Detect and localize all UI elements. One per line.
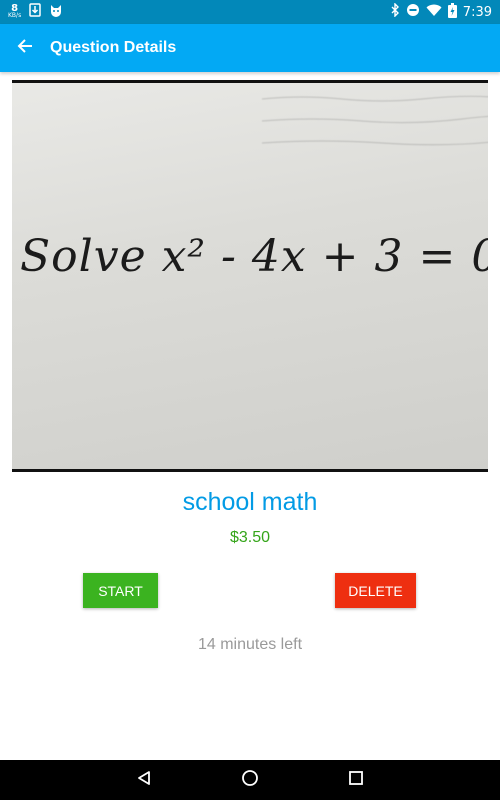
- nav-back-button[interactable]: [132, 768, 156, 792]
- start-button[interactable]: START: [83, 573, 158, 608]
- system-nav-bar: [0, 760, 500, 800]
- status-right-group: 7:39: [390, 2, 492, 22]
- question-price: $3.50: [229, 529, 271, 546]
- network-speed: 8 KB/s: [8, 3, 22, 20]
- page-title: Question Details: [50, 39, 177, 56]
- network-speed-value: 8: [11, 3, 19, 14]
- time-left-text: 14 minutes left: [197, 636, 303, 653]
- arrow-back-icon: [17, 38, 33, 59]
- battery-charging-icon: [447, 2, 457, 22]
- nav-recents-button[interactable]: [344, 768, 368, 792]
- nav-home-button[interactable]: [238, 768, 262, 792]
- recents-square-icon: [349, 770, 363, 790]
- bluetooth-icon: [390, 2, 400, 21]
- status-time: 7:39: [462, 4, 492, 20]
- cat-icon: [49, 3, 63, 21]
- back-triangle-icon: [136, 770, 152, 791]
- handwritten-equation: Solve x² - 4x + 3 = 0: [20, 231, 488, 282]
- do-not-disturb-icon: [406, 3, 420, 21]
- network-speed-unit: KB/s: [8, 12, 22, 19]
- back-button[interactable]: [0, 24, 50, 72]
- question-title: school math: [182, 488, 318, 516]
- download-icon: [29, 3, 41, 21]
- home-circle-icon: [241, 769, 259, 792]
- app-bar: Question Details: [0, 24, 500, 72]
- status-bar: 8 KB/s 7:39: [0, 0, 500, 24]
- wifi-icon: [426, 4, 442, 21]
- paper-bleed-through: [12, 87, 488, 157]
- status-left-group: 8 KB/s: [8, 3, 63, 21]
- question-image: Solve x² - 4x + 3 = 0: [12, 80, 488, 472]
- delete-button[interactable]: DELETE: [335, 573, 416, 608]
